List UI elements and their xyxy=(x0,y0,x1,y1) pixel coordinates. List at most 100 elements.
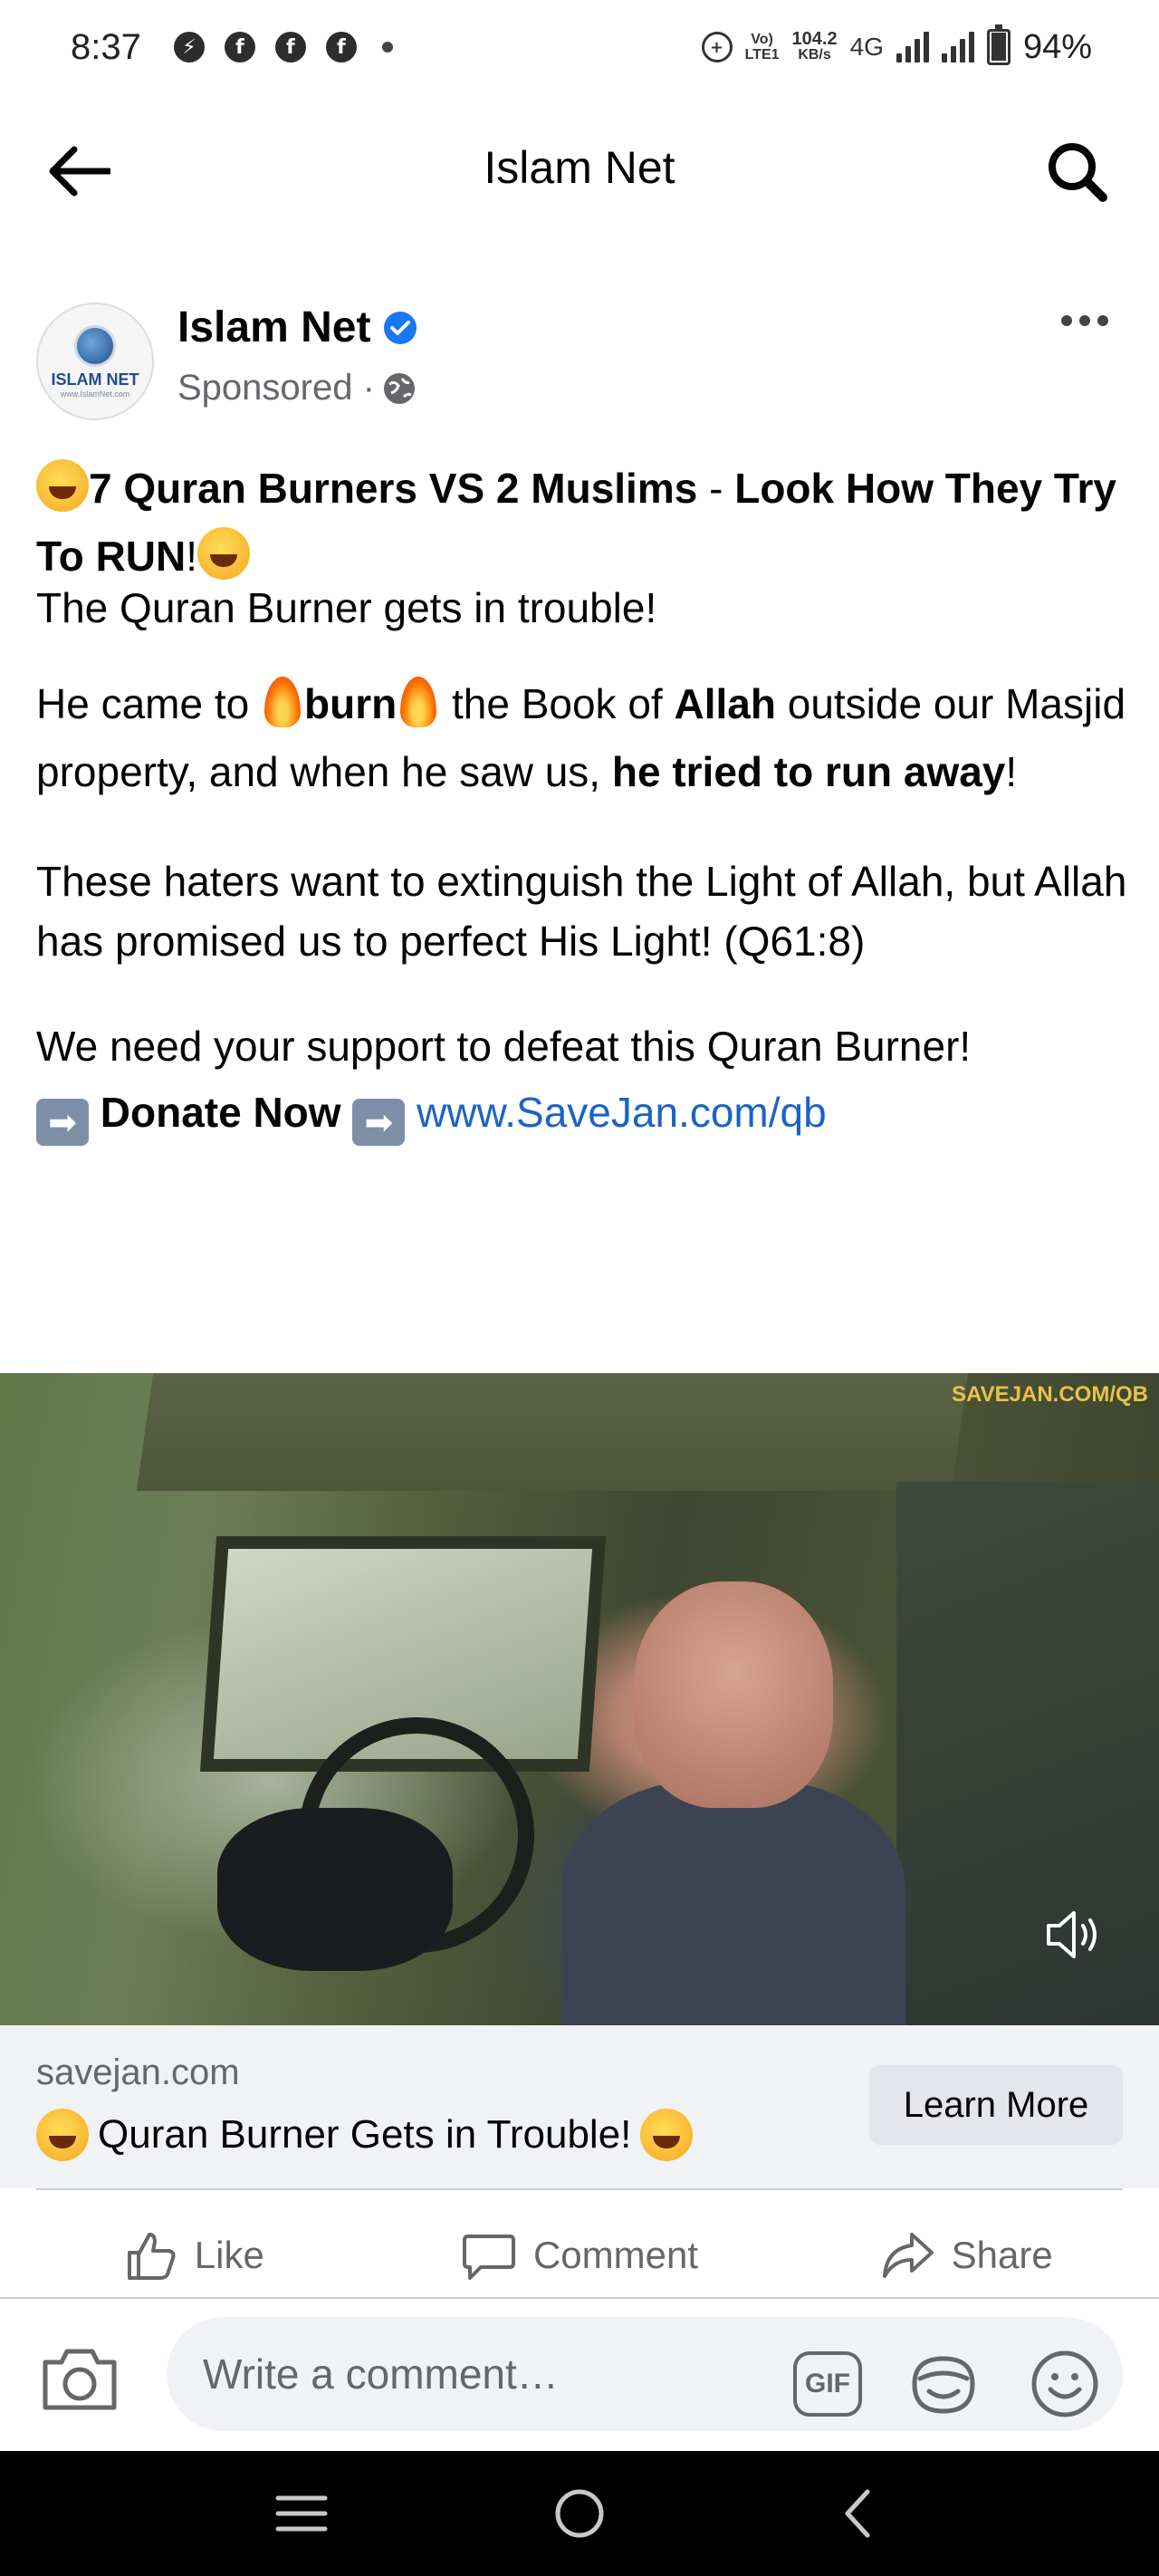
status-bar: 8:37 ⚡ f f f + Vo) LTE1 104.2 KB/s 4G 94… xyxy=(0,0,1159,94)
p2-text-a: He came to xyxy=(36,680,261,727)
video-player[interactable]: SAVEJAN.COM/QB xyxy=(0,1373,1159,2025)
more-dot-icon xyxy=(1097,315,1108,326)
system-nav-bar xyxy=(0,2451,1159,2576)
avatar-logo-url: www.IslamNet.com xyxy=(60,389,130,399)
post-actions: Like Comment Share xyxy=(0,2210,1159,2301)
page-name-row: Islam Net xyxy=(177,303,417,352)
post-text: 7 Quran Burners VS 2 Muslims - Look How … xyxy=(36,455,1132,1149)
post-title: 7 Quran Burners VS 2 Muslims - Look How … xyxy=(36,455,1132,591)
comment-placeholder: Write a comment… xyxy=(203,2350,559,2398)
signal-icon xyxy=(896,32,929,62)
system-back-button[interactable] xyxy=(821,2477,894,2550)
video-jeep-roof xyxy=(136,1373,969,1491)
p2-run-away: he tried to run away xyxy=(611,748,1006,795)
volte-label: Vo) xyxy=(751,32,773,47)
globe-logo-icon xyxy=(74,324,116,367)
globe-icon xyxy=(383,372,415,404)
speaker-muted-icon xyxy=(1047,1911,1097,1958)
chevron-left-icon xyxy=(845,2489,870,2538)
search-button[interactable] xyxy=(1041,136,1114,208)
donate-line: ➡ Donate Now ➡ www.SaveJan.com/qb xyxy=(36,1076,1132,1149)
post-paragraph-3: These haters want to extinguish the Ligh… xyxy=(36,858,1127,965)
sponsored-label: Sponsored · xyxy=(177,368,375,408)
more-dot-icon xyxy=(1061,315,1072,326)
battery-level: 94% xyxy=(1022,27,1092,66)
messenger-notification-icon: ⚡ xyxy=(173,32,205,62)
search-icon xyxy=(1049,143,1107,202)
share-button[interactable]: Share xyxy=(772,2210,1159,2301)
post-header: ISLAM NET www.IslamNet.com Islam Net Spo… xyxy=(0,299,1159,426)
comment-label: Comment xyxy=(532,2234,699,2276)
mute-toggle-button[interactable] xyxy=(1039,1902,1105,1967)
sticker-button[interactable] xyxy=(907,2348,980,2420)
link-domain: savejan.com xyxy=(36,2052,240,2092)
more-dot-icon xyxy=(1079,315,1090,326)
post-paragraph-4: We need your support to defeat this Qura… xyxy=(36,1023,972,1070)
facebook-notification-icon: f xyxy=(274,32,306,62)
right-arrow-emoji-icon: ➡ xyxy=(36,1099,89,1146)
status-right: + Vo) LTE1 104.2 KB/s 4G 94% xyxy=(701,24,1092,67)
facebook-notification-icon: f xyxy=(325,32,357,62)
share-label: Share xyxy=(951,2234,1053,2276)
more-options-button[interactable] xyxy=(1061,315,1108,326)
donate-label: Donate Now xyxy=(100,1089,341,1136)
gif-button[interactable]: GIF xyxy=(793,2351,862,2417)
volte-indicator: Vo) LTE1 xyxy=(745,32,780,62)
data-rate-value: 104.2 xyxy=(791,29,838,49)
lte-label: LTE1 xyxy=(744,47,780,62)
video-glove xyxy=(217,1808,453,1971)
status-left: 8:37 ⚡ f f f xyxy=(71,27,393,68)
title-exclamation: ! xyxy=(186,533,198,580)
data-rate: 104.2 KB/s xyxy=(791,29,838,62)
learn-more-button[interactable]: Learn More xyxy=(869,2065,1123,2145)
verified-badge-icon xyxy=(384,311,417,344)
donate-link[interactable]: www.SaveJan.com/qb xyxy=(417,1089,827,1136)
comment-bubble-icon xyxy=(462,2235,515,2280)
emoji-button[interactable] xyxy=(1029,2348,1101,2420)
rofl-emoji-icon xyxy=(36,459,89,512)
p2-text-e: ! xyxy=(1005,748,1018,795)
like-label: Like xyxy=(194,2234,264,2276)
title-part-1: 7 Quran Burners VS 2 Muslims xyxy=(89,465,698,512)
more-notifications-icon xyxy=(381,42,393,53)
fire-emoji-icon xyxy=(264,677,301,727)
status-time: 8:37 xyxy=(71,26,141,67)
post-line-1: The Quran Burner gets in trouble! xyxy=(36,584,657,631)
recent-apps-button[interactable] xyxy=(265,2477,338,2550)
comment-button[interactable]: Comment xyxy=(387,2210,773,2301)
camera-icon xyxy=(43,2349,117,2410)
rofl-emoji-icon xyxy=(36,2109,89,2161)
data-saver-icon: + xyxy=(701,32,733,62)
page-name[interactable]: Islam Net xyxy=(177,303,370,352)
comment-bar: Write a comment… GIF xyxy=(0,2299,1159,2451)
home-button[interactable] xyxy=(543,2477,616,2550)
thumbs-up-icon xyxy=(127,2233,176,2280)
camera-button[interactable] xyxy=(40,2344,120,2413)
app-header: Islam Net xyxy=(0,118,1159,223)
menu-lines-icon xyxy=(275,2495,328,2532)
divider xyxy=(36,2188,1123,2190)
like-button[interactable]: Like xyxy=(0,2210,387,2301)
page-title: Islam Net xyxy=(484,142,675,193)
sticker-icon xyxy=(912,2356,975,2414)
laughing-emoji-icon xyxy=(197,527,251,580)
rofl-emoji-icon xyxy=(640,2109,694,2161)
page-avatar[interactable]: ISLAM NET www.IslamNet.com xyxy=(36,303,154,420)
network-type: 4G xyxy=(849,33,884,61)
signal-icon xyxy=(941,32,974,62)
post-paragraph-2: He came to burn the Book of Allah outsid… xyxy=(36,670,1132,806)
video-person-face xyxy=(634,1581,833,1808)
facebook-notification-icon: f xyxy=(224,32,255,62)
right-arrow-emoji-icon: ➡ xyxy=(352,1099,406,1146)
video-watermark: SAVEJAN.COM/QB xyxy=(952,1382,1148,1407)
fire-emoji-icon xyxy=(400,677,437,727)
smiley-icon xyxy=(1031,2350,1098,2417)
video-jeep-door xyxy=(896,1482,1159,2025)
link-title-row: Quran Burner Gets in Trouble! xyxy=(36,2109,694,2161)
p2-allah: Allah xyxy=(674,680,776,727)
p2-burn: burn xyxy=(304,680,398,727)
video-person-shirt xyxy=(561,1781,905,2025)
battery-icon xyxy=(986,24,1011,65)
link-preview[interactable]: savejan.com Quran Burner Gets in Trouble… xyxy=(0,2025,1159,2188)
data-rate-unit: KB/s xyxy=(798,47,831,62)
